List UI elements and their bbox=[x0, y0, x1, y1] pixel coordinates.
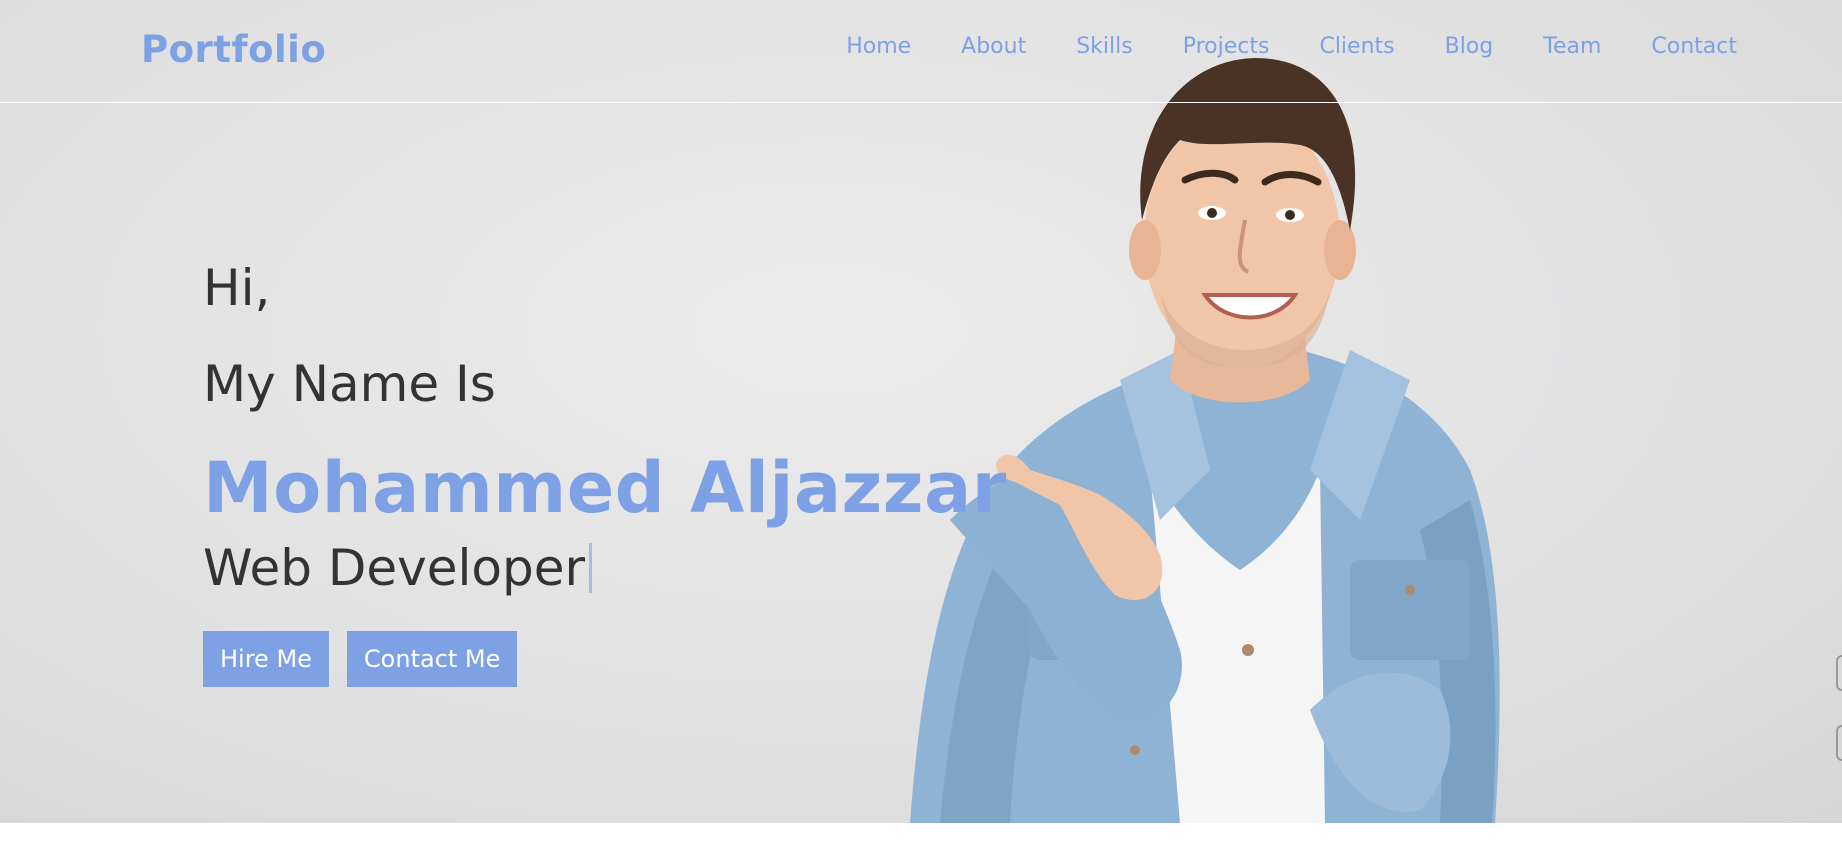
contact-me-button[interactable]: Contact Me bbox=[346, 631, 518, 687]
side-scroll-indicator[interactable] bbox=[1836, 655, 1842, 691]
greeting-text: Hi, bbox=[203, 259, 271, 317]
nav-link-projects[interactable]: Projects bbox=[1183, 34, 1270, 59]
nav-link-home[interactable]: Home bbox=[846, 34, 911, 59]
nav-link-contact[interactable]: Contact bbox=[1651, 34, 1737, 59]
logo[interactable]: Portfolio bbox=[141, 28, 326, 71]
intro-block: Hi, My Name Is Mohammed Aljazzar Web Dev… bbox=[203, 258, 1006, 687]
hero-name: Mohammed Aljazzar bbox=[203, 447, 1007, 529]
role-text: Web Developer bbox=[203, 539, 586, 597]
nav-link-clients[interactable]: Clients bbox=[1319, 34, 1394, 59]
nav-link-team[interactable]: Team bbox=[1543, 34, 1601, 59]
hire-me-button[interactable]: Hire Me bbox=[203, 631, 329, 687]
navbar: Portfolio Home About Skills Projects Cli… bbox=[0, 0, 1842, 103]
intro-text: My Name Is bbox=[203, 355, 496, 413]
hero-buttons: Hire Me Contact Me bbox=[203, 631, 518, 687]
nav-link-skills[interactable]: Skills bbox=[1076, 34, 1133, 59]
role-line: Web Developer bbox=[203, 538, 593, 598]
nav-link-blog[interactable]: Blog bbox=[1445, 34, 1494, 59]
typing-cursor bbox=[589, 543, 593, 593]
nav-links: Home About Skills Projects Clients Blog … bbox=[846, 34, 1737, 59]
nav-link-about[interactable]: About bbox=[961, 34, 1026, 59]
hero-section: Portfolio Home About Skills Projects Cli… bbox=[0, 0, 1842, 823]
side-scroll-indicator[interactable] bbox=[1836, 725, 1842, 761]
hero-portrait-image bbox=[910, 58, 1500, 823]
